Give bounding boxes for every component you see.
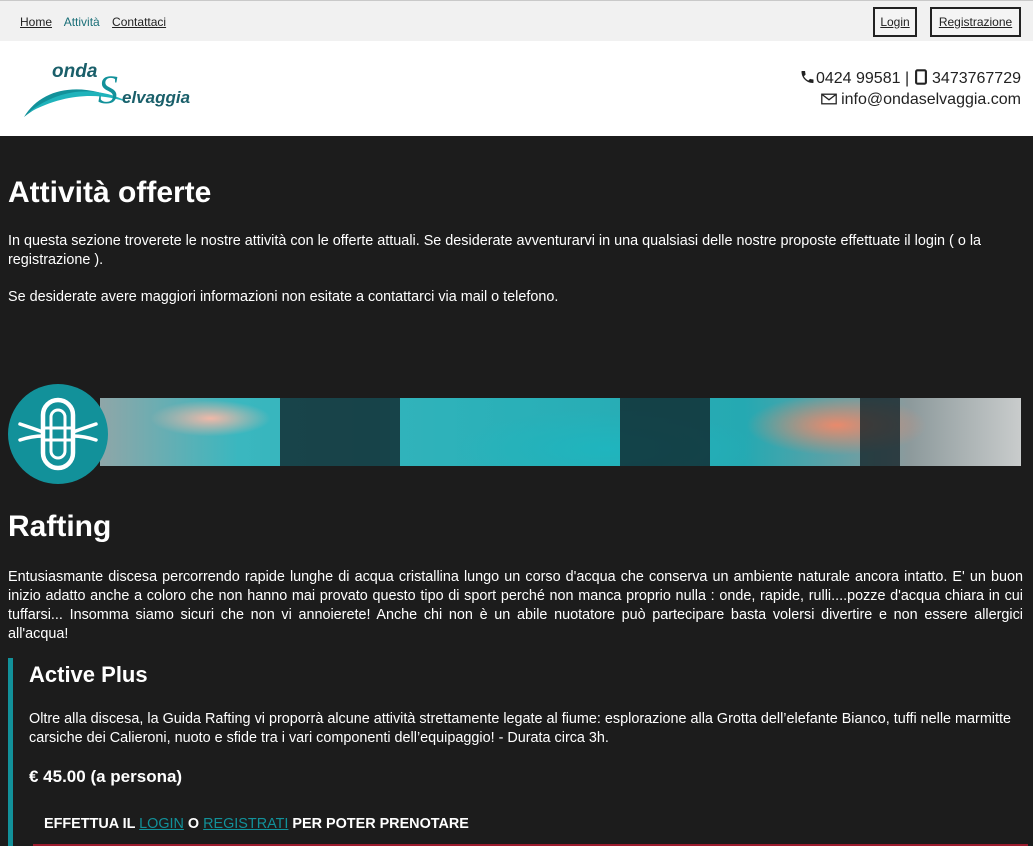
mail-icon <box>820 93 837 105</box>
contact-separator: | <box>904 70 910 87</box>
offer-title: Active Plus <box>29 662 148 687</box>
top-navbar: Home Attività Contattaci Login Registraz… <box>0 0 1033 41</box>
booking-login-link[interactable]: LOGIN <box>139 816 184 832</box>
page-title: Attività offerte <box>8 176 212 209</box>
intro-paragraph: In questa sezione troverete le nostre at… <box>8 233 982 268</box>
mobile-number[interactable]: 3473767729 <box>932 70 1021 87</box>
nav-home-link[interactable]: Home <box>20 15 52 29</box>
raft-icon-badge <box>8 384 108 484</box>
svg-text:S: S <box>98 67 118 112</box>
nav-contacts-link[interactable]: Contattaci <box>112 15 166 29</box>
main-nav: Home Attività Contattaci <box>20 15 175 29</box>
site-logo[interactable]: onda S elvaggia <box>22 57 212 121</box>
booking-suffix: PER POTER PRENOTARE <box>292 816 469 832</box>
phone-number[interactable]: 0424 99581 <box>816 70 901 87</box>
site-header: onda S elvaggia 0424 99581 | 3473767729 … <box>0 41 1033 136</box>
offer-description: Oltre alla discesa, la Guida Rafting vi … <box>29 711 1012 746</box>
nav-activities-link[interactable]: Attività <box>64 15 100 29</box>
booking-prompt: EFFETTUA IL LOGIN O REGISTRATI PER POTER… <box>44 816 469 832</box>
booking-prefix: EFFETTUA IL <box>44 816 136 832</box>
booking-or: O <box>187 816 200 832</box>
contact-info: 0424 99581 | 3473767729 info@ondaselvagg… <box>799 68 1021 110</box>
svg-text:elvaggia: elvaggia <box>122 88 190 107</box>
mobile-icon <box>914 69 927 85</box>
rafting-banner <box>8 384 1021 484</box>
raft-icon <box>18 397 98 471</box>
section-description: Entusiasmante discesa percorrendo rapide… <box>8 569 1023 642</box>
register-button[interactable]: Registrazione <box>930 7 1021 37</box>
contact-paragraph: Se desiderate avere maggiori informazion… <box>8 289 559 305</box>
offer-card: Active Plus Oltre alla discesa, la Guida… <box>8 658 1028 846</box>
offer-price: € 45.00 (a persona) <box>29 767 183 786</box>
email-link[interactable]: info@ondaselvaggia.com <box>841 91 1021 108</box>
onda-selvaggia-logo: onda S elvaggia <box>24 61 190 117</box>
rafting-banner-image <box>100 398 1021 466</box>
section-title: Rafting <box>8 510 112 543</box>
phone-icon <box>801 71 814 83</box>
login-button[interactable]: Login <box>873 7 917 37</box>
booking-register-link[interactable]: REGISTRATI <box>203 816 288 832</box>
svg-text:onda: onda <box>52 61 98 82</box>
